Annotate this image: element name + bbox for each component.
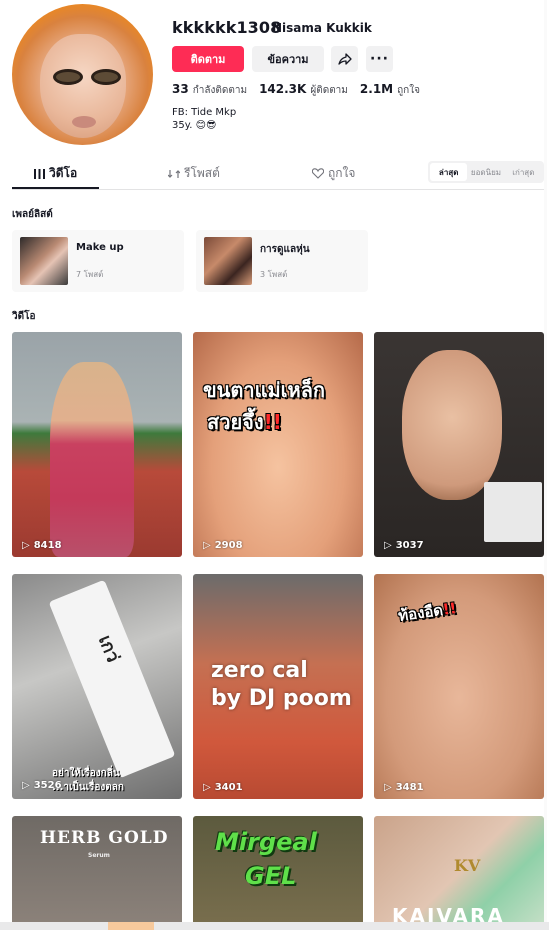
- tab-liked[interactable]: ถูกใจ: [312, 164, 355, 183]
- page-scrollbar[interactable]: [544, 0, 547, 930]
- video-overlay-text: ท้องอืด!!: [397, 599, 458, 625]
- video-thumbnail[interactable]: KV KAIVARA: [374, 816, 544, 930]
- likes-count: 2.1M ถูกใจ: [359, 82, 420, 96]
- bottom-bar-highlight: [108, 922, 154, 930]
- sort-latest[interactable]: ล่าสุด: [430, 163, 468, 181]
- video-overlay-text: สวยจึ้ง!!: [207, 410, 282, 434]
- profile-nickname: Nisama Kukkik: [272, 21, 372, 35]
- playlists-heading: เพลย์ลิสต์: [12, 209, 53, 220]
- view-count: ▷ 2908: [203, 540, 243, 551]
- sort-popular[interactable]: ยอดนิยม: [467, 163, 504, 181]
- video-figure: [50, 362, 134, 557]
- heart-lock-icon: [312, 168, 324, 179]
- play-icon: ▷: [203, 782, 211, 793]
- view-count: ▷ 8418: [22, 540, 62, 551]
- playlist-name: Make up: [76, 242, 124, 253]
- profile-stats: 33 กำลังติดตาม 142.3K ผู้ติดตาม 2.1M ถูกใจ: [172, 82, 420, 98]
- video-overlay-text: อย่าให้เรื่องกลิ่น: [52, 768, 120, 779]
- repost-icon: [168, 169, 180, 178]
- video-thumbnail[interactable]: ท้องอืด!! ▷ 3481: [374, 574, 544, 799]
- avatar-lips: [72, 116, 96, 128]
- tab-reposts[interactable]: รีโพสต์: [168, 164, 220, 183]
- playlist-thumbnail: [20, 237, 68, 285]
- sort-oldest[interactable]: เก่าสุด: [505, 163, 542, 181]
- video-overlay-text: HERB GOLD: [40, 828, 169, 848]
- share-button[interactable]: [331, 46, 358, 72]
- video-thumbnail[interactable]: ▷ 3037: [374, 332, 544, 557]
- view-count: ▷ 3526: [22, 780, 62, 791]
- more-options-button[interactable]: ···: [366, 46, 393, 72]
- sort-segmented-control: ล่าสุด ยอดนิยม เก่าสุด: [428, 161, 544, 183]
- video-thumbnail[interactable]: ▷ 8418: [12, 332, 182, 557]
- view-count: ▷ 3401: [203, 782, 243, 793]
- active-tab-indicator: [12, 187, 99, 189]
- video-thumbnail[interactable]: ขนตาแม่เหล็ก สวยจึ้ง!! ▷ 2908: [193, 332, 363, 557]
- share-icon: [337, 53, 352, 65]
- bottom-bar: [0, 922, 549, 930]
- follow-button[interactable]: ติดตาม: [172, 46, 244, 72]
- videos-heading: วิดีโอ: [12, 311, 36, 322]
- view-count: ▷ 3037: [384, 540, 424, 551]
- playlist-count: 7 โพสต์: [76, 270, 104, 279]
- tab-liked-label: ถูกใจ: [328, 166, 356, 180]
- tab-videos[interactable]: วิดีโอ: [34, 164, 77, 183]
- profile-bio: FB: Tide Mkp 35y. 😊😎: [172, 106, 236, 132]
- playlist-name: การดูแลหุ่น: [260, 244, 310, 255]
- profile-avatar[interactable]: [12, 4, 153, 145]
- video-product-bottle: [48, 579, 176, 779]
- video-overlay-text: by DJ poom: [211, 686, 352, 711]
- video-thumbnail[interactable]: Mirgeal GEL: [193, 816, 363, 930]
- grid-icon: [34, 168, 45, 179]
- play-icon: ▷: [22, 780, 30, 791]
- video-overlay-text: ...าเป็นเรื่องตลก: [52, 782, 124, 793]
- followers-count[interactable]: 142.3K ผู้ติดตาม: [259, 82, 348, 98]
- video-overlay-text: zero cal: [211, 658, 308, 683]
- video-thumbnail[interactable]: HERB GOLD Serum: [12, 816, 182, 930]
- playlist-count: 3 โพสต์: [260, 270, 288, 279]
- video-overlay-text: Mirgeal: [215, 828, 317, 856]
- play-icon: ▷: [384, 540, 392, 551]
- video-overlay-text: ขนตาแม่เหล็ก: [203, 378, 326, 402]
- following-count[interactable]: 33 กำลังติดตาม: [172, 82, 247, 98]
- video-overlay-text: GEL: [245, 862, 297, 890]
- play-icon: ▷: [384, 782, 392, 793]
- more-icon: ···: [370, 51, 389, 67]
- video-thumbnail[interactable]: zero cal by DJ poom ▷ 3401: [193, 574, 363, 799]
- play-icon: ▷: [203, 540, 211, 551]
- video-overlay-text: Serum: [88, 852, 110, 859]
- bio-line-1: FB: Tide Mkp: [172, 107, 237, 118]
- tab-videos-label: วิดีโอ: [49, 166, 78, 180]
- tab-reposts-label: รีโพสต์: [184, 166, 220, 180]
- view-count: ▷ 3481: [384, 782, 424, 793]
- play-icon: ▷: [22, 540, 30, 551]
- profile-username: kkkkkk1308: [172, 18, 282, 37]
- avatar-eye-left: [56, 72, 80, 82]
- video-thumbnail[interactable]: เกว่ อย่าให้เรื่องกลิ่น ...าเป็นเรื่องตล…: [12, 574, 182, 799]
- playlist-card[interactable]: Make up 7 โพสต์: [12, 230, 184, 292]
- bio-line-2: 35y. 😊😎: [172, 120, 217, 131]
- video-face: [402, 350, 502, 500]
- video-overlay-text: KV: [454, 856, 481, 875]
- video-product-box: [484, 482, 542, 542]
- playlist-card[interactable]: การดูแลหุ่น 3 โพสต์: [196, 230, 368, 292]
- avatar-eye-right: [94, 72, 118, 82]
- message-button[interactable]: ข้อความ: [252, 46, 324, 72]
- playlist-thumbnail: [204, 237, 252, 285]
